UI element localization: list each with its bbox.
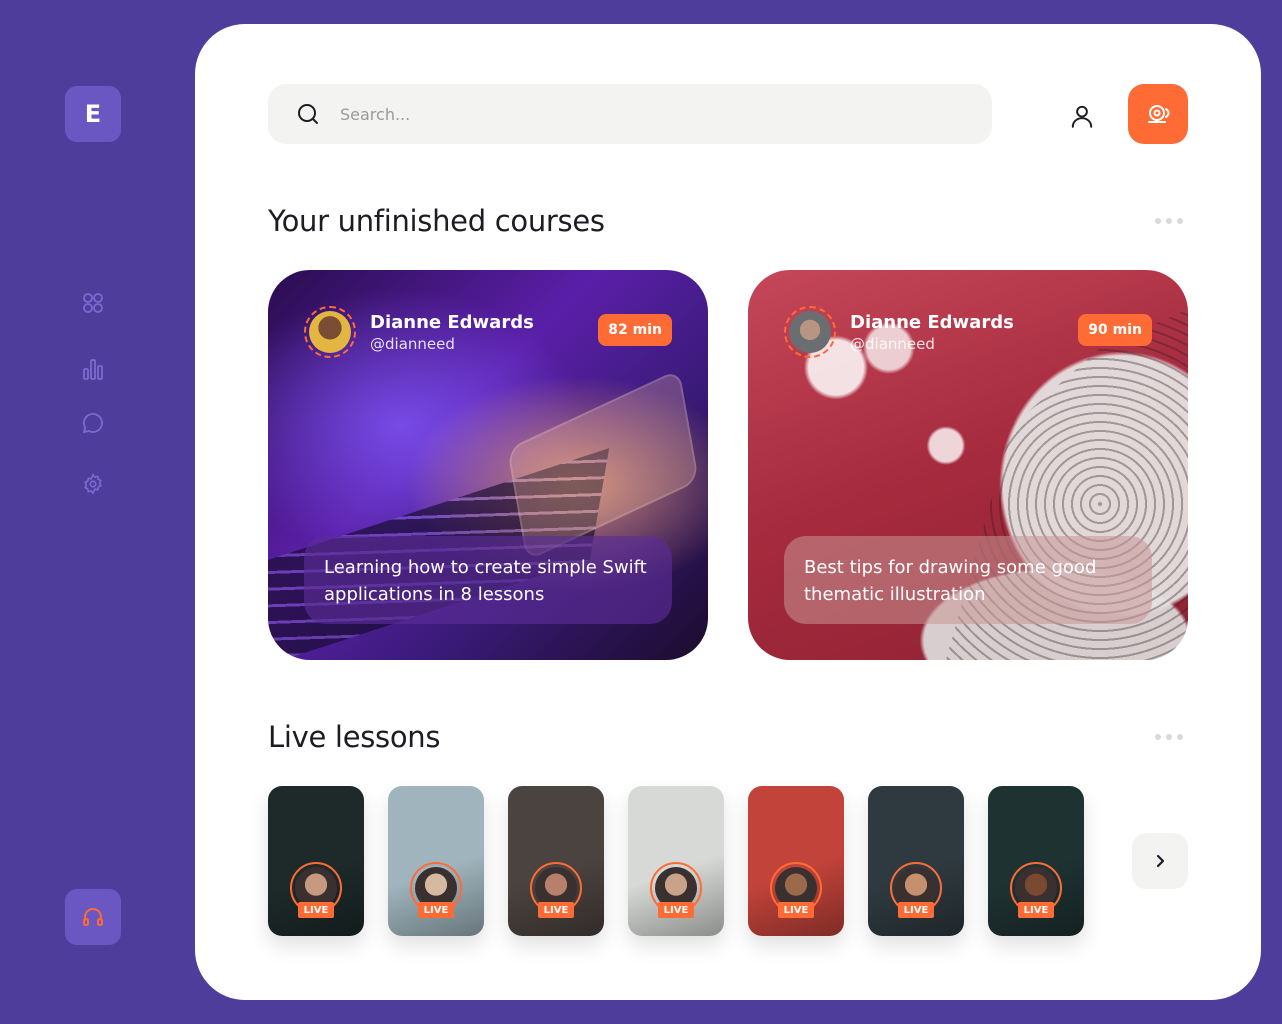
avatar	[309, 311, 351, 353]
laptop-trackpad-image	[507, 368, 699, 562]
chevron-right-icon	[1156, 854, 1165, 868]
unfinished-more-button[interactable]	[1155, 214, 1183, 228]
live-badge: LIVE	[778, 902, 814, 918]
author-avatar-ring	[784, 306, 836, 358]
course-caption: Best tips for drawing some good thematic…	[784, 536, 1152, 624]
chat-bubble-icon	[82, 413, 103, 434]
search-input[interactable]	[340, 104, 940, 124]
notifications-button[interactable]	[1128, 84, 1188, 144]
duration-badge: 90 min	[1078, 314, 1152, 346]
live-lesson-card[interactable]: LIVE	[748, 786, 844, 936]
course-author: Dianne Edwards @dianneed	[304, 306, 534, 358]
avatar	[789, 311, 831, 353]
live-lesson-card[interactable]: LIVE	[628, 786, 724, 936]
duration-badge: 82 min	[598, 314, 672, 346]
dot-icon	[1177, 734, 1183, 740]
dot-icon	[1177, 218, 1183, 224]
sidebar-item-settings[interactable]	[79, 470, 107, 498]
course-author: Dianne Edwards @dianneed	[784, 306, 1014, 358]
dot-icon	[1155, 218, 1161, 224]
live-badge: LIVE	[418, 902, 454, 918]
headphones-icon	[83, 908, 103, 926]
live-badge: LIVE	[658, 902, 694, 918]
live-lesson-card[interactable]: LIVE	[388, 786, 484, 936]
live-badge: LIVE	[298, 902, 334, 918]
gear-icon	[84, 473, 102, 495]
author-name: Dianne Edwards	[370, 311, 534, 333]
next-button[interactable]	[1132, 833, 1188, 889]
grid-icon	[83, 293, 103, 313]
author-avatar-ring	[304, 306, 356, 358]
user-icon	[1071, 105, 1093, 128]
live-badge: LIVE	[1018, 902, 1054, 918]
main-panel: Your unfinished courses Dianne Edwards @…	[195, 24, 1261, 1000]
course-card[interactable]: Dianne Edwards @dianneed 90 min Best tip…	[748, 270, 1188, 660]
logo-letter: E	[84, 100, 102, 128]
live-lessons-title: Live lessons	[268, 720, 441, 754]
author-name: Dianne Edwards	[850, 311, 1014, 333]
search-icon	[298, 104, 318, 124]
profile-button[interactable]	[1062, 96, 1102, 136]
course-caption: Learning how to create simple Swift appl…	[304, 536, 672, 624]
bell-icon	[1148, 105, 1170, 123]
live-lesson-card[interactable]: LIVE	[508, 786, 604, 936]
dot-icon	[1155, 734, 1161, 740]
live-lesson-card[interactable]: LIVE	[988, 786, 1084, 936]
sidebar-item-messages[interactable]	[79, 409, 107, 437]
sidebar: E	[0, 0, 190, 1024]
dot-icon	[1166, 734, 1172, 740]
author-handle: @dianneed	[370, 334, 455, 353]
app-logo[interactable]: E	[65, 86, 121, 142]
support-button[interactable]	[65, 889, 121, 945]
live-lesson-card[interactable]: LIVE	[868, 786, 964, 936]
sidebar-item-dashboard[interactable]	[79, 289, 107, 317]
live-more-button[interactable]	[1155, 730, 1183, 744]
live-badge: LIVE	[538, 902, 574, 918]
dot-icon	[1166, 218, 1172, 224]
unfinished-courses-title: Your unfinished courses	[268, 204, 605, 238]
search-bar[interactable]	[268, 84, 992, 144]
course-card[interactable]: Dianne Edwards @dianneed 82 min Learning…	[268, 270, 708, 660]
author-handle: @dianneed	[850, 334, 935, 353]
sidebar-item-analytics[interactable]	[79, 355, 107, 383]
live-badge: LIVE	[898, 902, 934, 918]
bar-chart-icon	[83, 359, 103, 380]
live-lesson-card[interactable]: LIVE	[268, 786, 364, 936]
